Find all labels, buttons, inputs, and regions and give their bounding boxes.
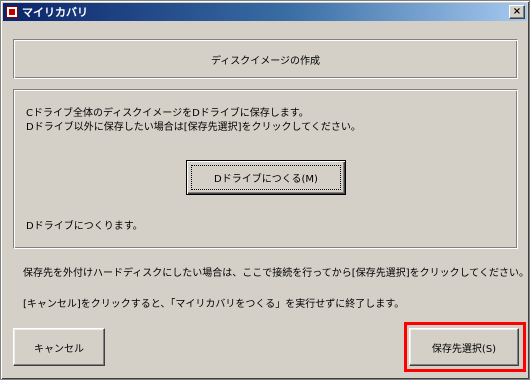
close-icon[interactable]: × (509, 5, 525, 19)
select-destination-label: 保存先選択(S) (431, 343, 497, 355)
cancel-note: [キャンセル]をクリックすると、「マイリカバリをつくる」を実行せずに終了します。 (23, 299, 405, 310)
cancel-button-label: キャンセル (34, 343, 84, 355)
header-title: ディスクイメージの作成 (210, 55, 321, 67)
header-panel: ディスクイメージの作成 (13, 39, 518, 79)
external-hdd-note: 保存先を外付けハードディスクにしたい場合は、ここで接続を行ってから[保存先選択]… (23, 268, 530, 279)
window-title: マイリカバリ (22, 6, 88, 19)
cancel-button[interactable]: キャンセル (13, 328, 105, 366)
my-recovery-app-icon (6, 6, 18, 18)
title-bar[interactable]: マイリカバリ × (3, 3, 527, 21)
my-recovery-dialog: マイリカバリ × ディスクイメージの作成 Cドライブ全体のディスクイメージをDド… (0, 0, 530, 380)
description-line-2: Dドライブ以外に保存したい場合は[保存先選択]をクリックしてください。 (26, 122, 361, 133)
main-panel: Cドライブ全体のディスクイメージをDドライブに保存します。 Dドライブ以外に保存… (13, 89, 518, 249)
status-text: Dドライブにつくります。 (26, 221, 143, 232)
select-destination-button[interactable]: 保存先選択(S) (409, 328, 519, 366)
focus-rectangle (191, 165, 341, 190)
create-on-d-drive-button[interactable]: Dドライブにつくる(M) (186, 160, 346, 195)
description-line-1: Cドライブ全体のディスクイメージをDドライブに保存します。 (26, 108, 309, 119)
